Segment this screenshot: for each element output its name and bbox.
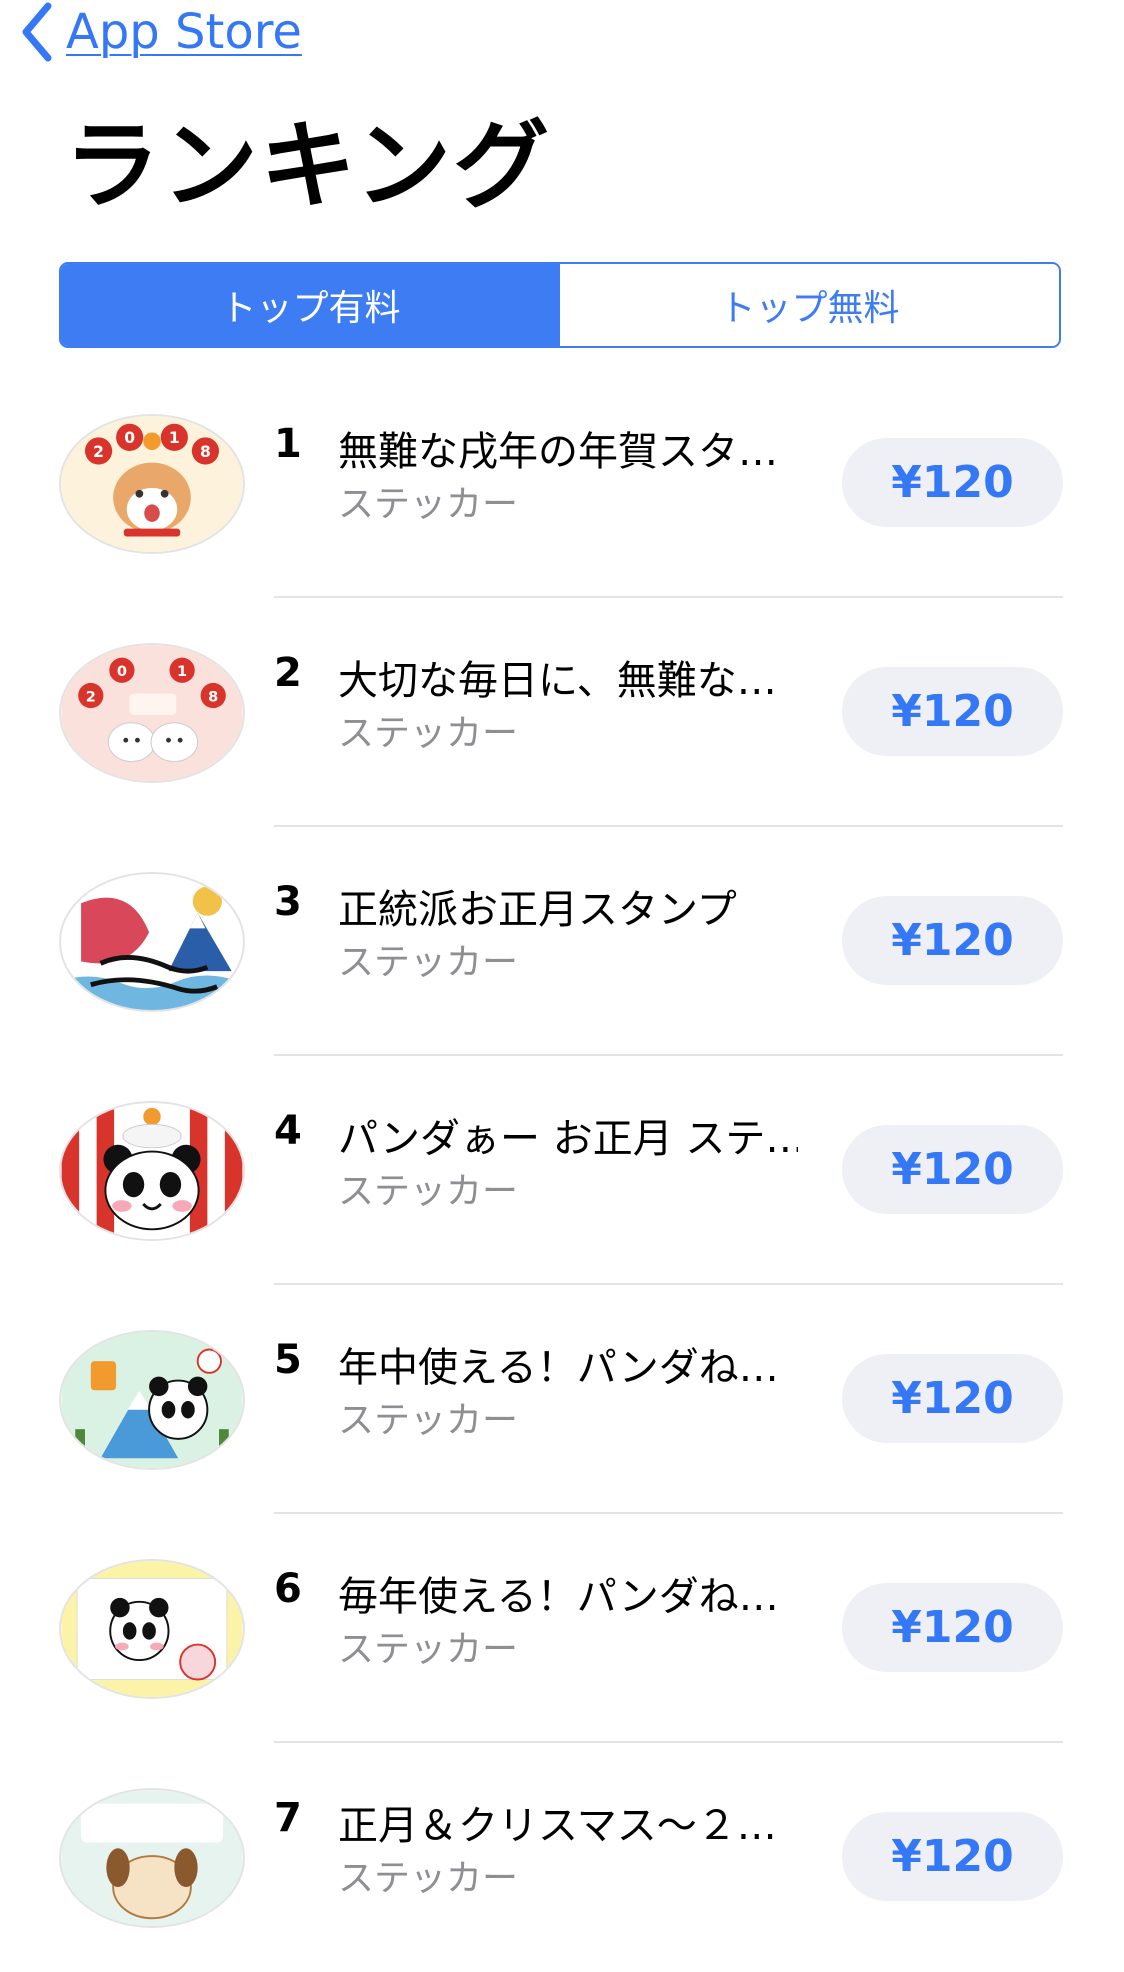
app-name: 年中使える！パンダね… bbox=[338, 1345, 779, 1391]
chevron-left-icon bbox=[20, 2, 54, 62]
svg-text:1: 1 bbox=[177, 663, 187, 680]
app-category: ステッカー bbox=[338, 713, 519, 754]
list-item[interactable]: 2 0 1 8 2 大切な毎日に、無難な… ステッカー ¥120 bbox=[0, 598, 1124, 827]
rank-number: 2 bbox=[274, 650, 302, 696]
rank-number: 4 bbox=[274, 1108, 302, 1154]
back-button[interactable]: App Store bbox=[20, 0, 302, 64]
list-item[interactable]: 7 正月＆クリスマス〜２… ステッカー ¥120 bbox=[0, 1743, 1124, 1972]
app-name: 大切な毎日に、無難な… bbox=[338, 658, 777, 704]
app-name: パンダぁー お正月 ステ… bbox=[338, 1116, 798, 1162]
app-name: 正統派お正月スタンプ bbox=[338, 887, 737, 933]
app-category: ステッカー bbox=[338, 1629, 519, 1670]
rank-number: 6 bbox=[274, 1566, 302, 1612]
price-button[interactable]: ¥120 bbox=[842, 1583, 1063, 1672]
price-button[interactable]: ¥120 bbox=[842, 438, 1063, 527]
price-button[interactable]: ¥120 bbox=[842, 1125, 1063, 1214]
rank-number: 1 bbox=[274, 421, 302, 467]
list-item[interactable]: 2 0 1 8 1 無難な戌年の年賀スタ… ステッカー ¥120 bbox=[0, 369, 1124, 598]
svg-text:1: 1 bbox=[169, 429, 180, 447]
back-button-label: App Store bbox=[66, 4, 302, 60]
app-category: ステッカー bbox=[338, 484, 519, 525]
page-title: ランキング bbox=[64, 110, 552, 222]
svg-text:0: 0 bbox=[117, 663, 127, 680]
price-button[interactable]: ¥120 bbox=[842, 1354, 1063, 1443]
list-item[interactable]: 4 パンダぁー お正月 ステ… ステッカー ¥120 bbox=[0, 1056, 1124, 1285]
panda-letter-sticker-icon bbox=[59, 1559, 245, 1699]
panda-kagamimochi-sticker-icon bbox=[59, 1101, 245, 1241]
app-name: 毎年使える！パンダね… bbox=[338, 1574, 779, 1620]
christmas-newyear-dog-sticker-icon bbox=[59, 1788, 245, 1928]
panda-fuji-sticker-icon bbox=[59, 1330, 245, 1470]
svg-text:8: 8 bbox=[200, 443, 211, 461]
list-item[interactable]: 3 正統派お正月スタンプ ステッカー ¥120 bbox=[0, 827, 1124, 1056]
app-name: 正月＆クリスマス〜２… bbox=[338, 1803, 777, 1849]
ranking-list: 2 0 1 8 1 無難な戌年の年賀スタ… ステッカー ¥120 2 0 1 8… bbox=[0, 369, 1124, 1972]
list-item[interactable]: 6 毎年使える！パンダね… ステッカー ¥120 bbox=[0, 1514, 1124, 1743]
app-category: ステッカー bbox=[338, 942, 519, 983]
mochi-characters-2018-sticker-icon: 2 0 1 8 bbox=[59, 643, 245, 783]
app-category: ステッカー bbox=[338, 1171, 519, 1212]
list-item[interactable]: 5 年中使える！パンダね… ステッカー ¥120 bbox=[0, 1285, 1124, 1514]
sea-bream-fuji-sticker-icon bbox=[59, 872, 245, 1012]
tab-top-free[interactable]: トップ無料 bbox=[560, 264, 1059, 346]
app-category: ステッカー bbox=[338, 1400, 519, 1441]
price-button[interactable]: ¥120 bbox=[842, 1812, 1063, 1901]
ranking-segmented-control: トップ有料 トップ無料 bbox=[59, 262, 1061, 348]
rank-number: 7 bbox=[274, 1795, 302, 1841]
app-name: 無難な戌年の年賀スタ… bbox=[338, 429, 778, 475]
rank-number: 3 bbox=[274, 879, 302, 925]
app-category: ステッカー bbox=[338, 1858, 519, 1899]
shiba-dog-2018-sticker-icon: 2 0 1 8 bbox=[59, 414, 245, 554]
rank-number: 5 bbox=[274, 1337, 302, 1383]
tab-top-paid[interactable]: トップ有料 bbox=[61, 264, 560, 346]
svg-text:2: 2 bbox=[86, 688, 96, 705]
price-button[interactable]: ¥120 bbox=[842, 667, 1063, 756]
svg-text:0: 0 bbox=[124, 429, 135, 447]
price-button[interactable]: ¥120 bbox=[842, 896, 1063, 985]
svg-text:8: 8 bbox=[208, 688, 218, 705]
svg-text:2: 2 bbox=[93, 443, 104, 461]
